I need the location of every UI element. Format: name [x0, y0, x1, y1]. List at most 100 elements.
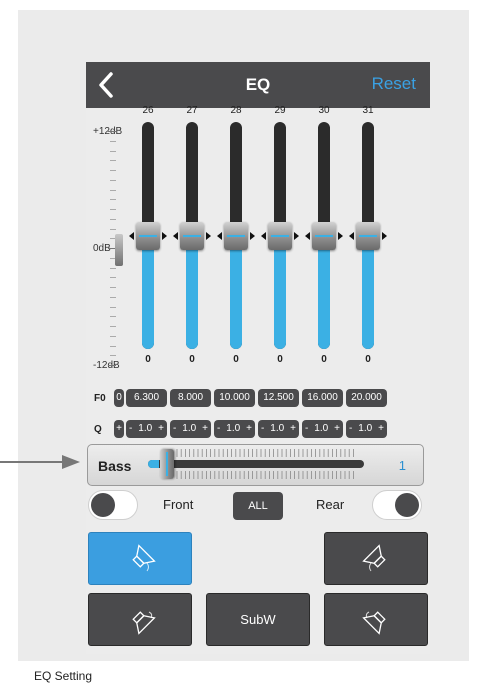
scale-tick	[110, 287, 116, 288]
q-chip[interactable]: -1.0 +	[258, 420, 299, 438]
q-chip[interactable]: -1.0 +	[126, 420, 167, 438]
eq-band: 30 0	[305, 105, 343, 378]
arrow-left-icon	[217, 231, 222, 240]
scale-tick	[110, 189, 116, 191]
band-value: 0	[145, 354, 151, 365]
partial-band-handle[interactable]	[115, 234, 123, 266]
bass-slider-handle[interactable]	[160, 449, 174, 479]
band-number: 27	[186, 105, 198, 116]
subwoofer-button[interactable]: SubW	[206, 593, 310, 646]
front-toggle-knob	[91, 493, 115, 517]
q-minus-button[interactable]: -	[261, 420, 264, 438]
reset-button[interactable]: Reset	[372, 74, 416, 94]
speaker-rear-left-button[interactable]	[88, 593, 192, 646]
f0-chip[interactable]: 16.000	[302, 389, 343, 407]
f0-chip[interactable]: 8.000	[170, 389, 211, 407]
scale-tick	[110, 179, 116, 181]
eq-band: 29 0	[261, 105, 299, 378]
arrow-right-icon	[338, 231, 343, 240]
arrow-left-icon	[305, 231, 310, 240]
navbar: EQ Reset	[86, 62, 430, 108]
arrow-right-icon	[206, 231, 211, 240]
scale-tick	[108, 131, 116, 132]
rear-toggle-knob	[395, 493, 419, 517]
scale-tick	[110, 267, 116, 269]
front-toggle[interactable]	[88, 490, 138, 520]
speaker-front-right-icon	[362, 544, 386, 572]
arrow-left-icon	[349, 231, 354, 240]
eq-band: 27 0	[173, 105, 211, 378]
q-partial-chip[interactable]: +	[114, 420, 124, 438]
scale-tick	[110, 228, 116, 230]
arrow-right-icon	[382, 231, 387, 240]
q-value: 1.0	[314, 423, 329, 434]
speaker-rear-left-icon	[132, 611, 156, 635]
band-slider-handle[interactable]	[356, 221, 380, 250]
q-plus-button[interactable]: +	[378, 420, 384, 438]
scale-tick	[110, 316, 116, 318]
f0-chip[interactable]: 10.000	[214, 389, 255, 407]
band-number: 29	[274, 105, 286, 116]
arrow-right-icon	[294, 231, 299, 240]
scale-tick	[110, 345, 116, 347]
band-slider-handle[interactable]	[224, 221, 248, 250]
eq-band: 26 0	[129, 105, 167, 378]
speaker-rear-right-icon	[362, 611, 386, 635]
band-slider-handle[interactable]	[312, 221, 336, 250]
bass-scale	[176, 449, 354, 479]
band-slider-fill	[186, 235, 198, 349]
q-minus-button[interactable]: -	[129, 420, 132, 438]
scale-tick	[110, 209, 116, 210]
band-slider-handle[interactable]	[136, 221, 160, 250]
scale-tick	[110, 170, 116, 171]
bass-control: Bass 1	[87, 444, 424, 486]
q-minus-button[interactable]: -	[217, 420, 220, 438]
band-slider-handle[interactable]	[268, 221, 292, 250]
fader-row: Front ALL Rear	[86, 490, 430, 524]
q-plus-button[interactable]: +	[202, 420, 208, 438]
band-number: 28	[230, 105, 242, 116]
q-minus-button[interactable]: -	[305, 420, 308, 438]
q-plus-button[interactable]: +	[246, 420, 252, 438]
speaker-rear-right-button[interactable]	[324, 593, 428, 646]
arrow-right-icon	[250, 231, 255, 240]
f0-chip[interactable]: 12.500	[258, 389, 299, 407]
band-slider-fill	[142, 235, 154, 349]
f0-chip[interactable]: 6.300	[126, 389, 167, 407]
all-button[interactable]: ALL	[233, 492, 283, 520]
q-plus-button[interactable]: +	[158, 420, 164, 438]
q-minus-button[interactable]: -	[349, 420, 352, 438]
q-value: 1.0	[138, 423, 153, 434]
rear-toggle[interactable]	[372, 490, 422, 520]
band-value: 0	[189, 354, 195, 365]
f0-chip[interactable]: 20.000	[346, 389, 387, 407]
bass-value: 1	[398, 458, 406, 473]
eq-band: 28 0	[217, 105, 255, 378]
scale-tick	[110, 277, 116, 279]
scale-tick	[110, 160, 116, 162]
q-plus-button[interactable]: +	[290, 420, 296, 438]
speaker-front-right-button[interactable]	[324, 532, 428, 585]
band-slider-handle[interactable]	[180, 221, 204, 250]
band-value: 0	[233, 354, 239, 365]
q-chip[interactable]: -1.0 +	[214, 420, 255, 438]
bass-label: Bass	[98, 458, 132, 474]
rear-label: Rear	[316, 497, 345, 512]
q-chip[interactable]: -1.0 +	[302, 420, 343, 438]
scale-tick	[108, 365, 116, 366]
q-chip[interactable]: -1.0 +	[170, 420, 211, 438]
arrow-left-icon	[173, 231, 178, 240]
band-slider-fill	[230, 235, 242, 349]
q-value: 1.0	[358, 423, 373, 434]
band-number: 30	[318, 105, 330, 116]
arrow-right-icon	[162, 231, 167, 240]
f0-partial-chip[interactable]: 0	[114, 389, 124, 407]
q-chip[interactable]: -1.0 +	[346, 420, 387, 438]
q-plus-button[interactable]: +	[334, 420, 340, 438]
bass-slider-fill	[148, 460, 159, 468]
q-minus-button[interactable]: -	[173, 420, 176, 438]
q-value: 1.0	[270, 423, 285, 434]
band-slider-fill	[274, 235, 286, 349]
band-number: 26	[142, 105, 154, 116]
speaker-front-left-button[interactable]	[88, 532, 192, 585]
